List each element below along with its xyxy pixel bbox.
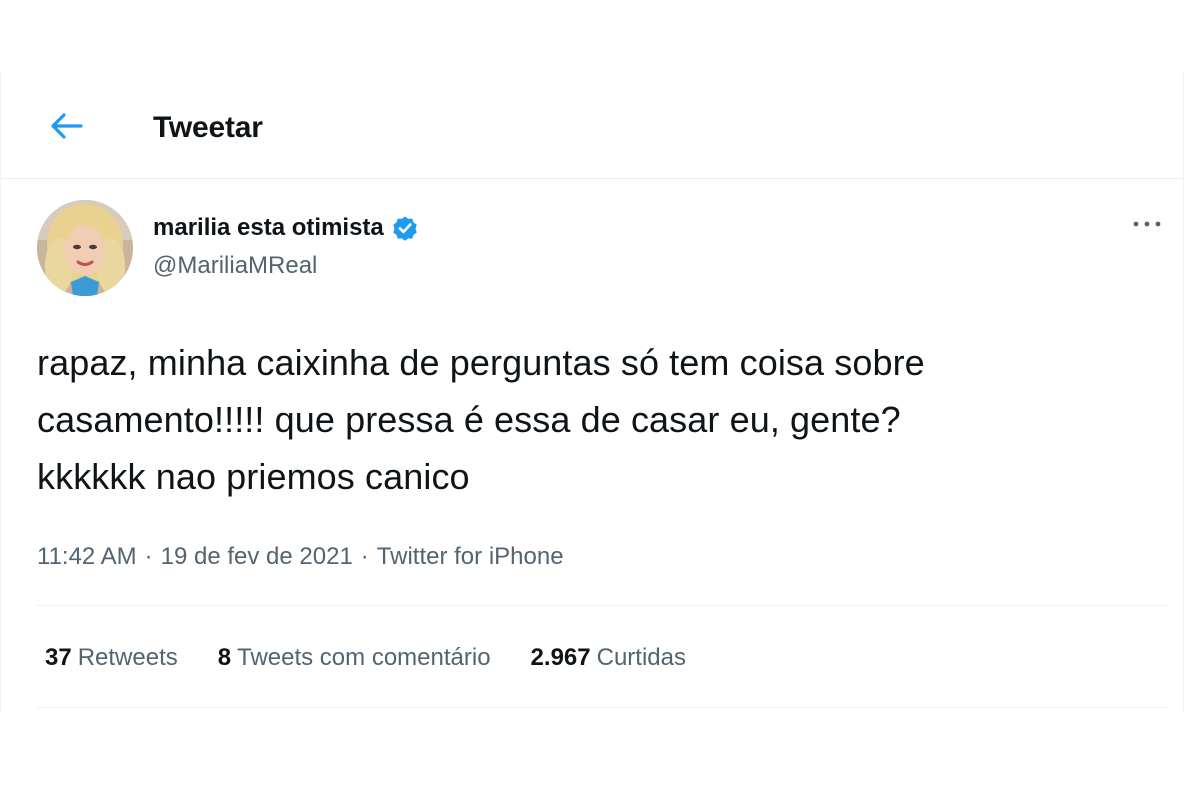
arrow-left-icon [51,113,83,139]
quote-tweets-count: 8 [217,644,232,671]
author-name-row[interactable]: marilia esta otimista [153,210,420,246]
screenshot-frame: Tweetar marilia esta otimista @MariliaMR… [0,0,1200,800]
tweet-meta: 11:42 AM · 19 de fev de 2021 · Twitter f… [37,537,564,577]
more-horizontal-icon [1133,221,1161,227]
top-bar: Tweetar [1,72,1183,179]
back-button[interactable] [45,104,89,148]
likes-count: 2.967 [530,644,591,671]
tweet-date[interactable]: 19 de fev de 2021 [161,537,353,577]
retweets-label: Retweets [77,644,178,671]
likes-label: Curtidas [596,644,686,671]
verified-badge-icon [390,213,420,243]
profile-photo [37,200,133,296]
tweet-stats: 37 Retweets 8 Tweets com comentário 2.96… [45,638,726,678]
tweet-source-link[interactable]: Twitter for iPhone [377,537,564,577]
quote-tweets-label: Tweets com comentário [237,644,491,671]
retweets-count: 37 [45,644,72,671]
retweets-stat[interactable]: 37 Retweets [45,638,178,678]
more-options-button[interactable] [1129,212,1165,236]
tweet-time[interactable]: 11:42 AM [37,537,137,577]
likes-stat[interactable]: 2.967 Curtidas [531,638,686,678]
author-display-name[interactable]: marilia esta otimista [153,210,384,246]
divider [37,605,1167,606]
divider [37,707,1167,708]
meta-separator: · [360,543,369,570]
tweet-card: Tweetar marilia esta otimista @MariliaMR… [0,72,1184,712]
quote-tweets-stat[interactable]: 8 Tweets com comentário [218,638,491,678]
page-title: Tweetar [153,111,263,144]
author-handle[interactable]: @MariliaMReal [153,250,317,282]
meta-separator: · [144,543,153,570]
avatar[interactable] [37,200,133,296]
tweet-text: rapaz, minha caixinha de perguntas só te… [37,334,1157,505]
tweet-text-line: rapaz, minha caixinha de perguntas só te… [37,342,925,383]
tweet-text-line: casamento!!!!! que pressa é essa de casa… [37,399,901,440]
tweet-text-line: kkkkkk nao priemos canico [37,456,470,497]
